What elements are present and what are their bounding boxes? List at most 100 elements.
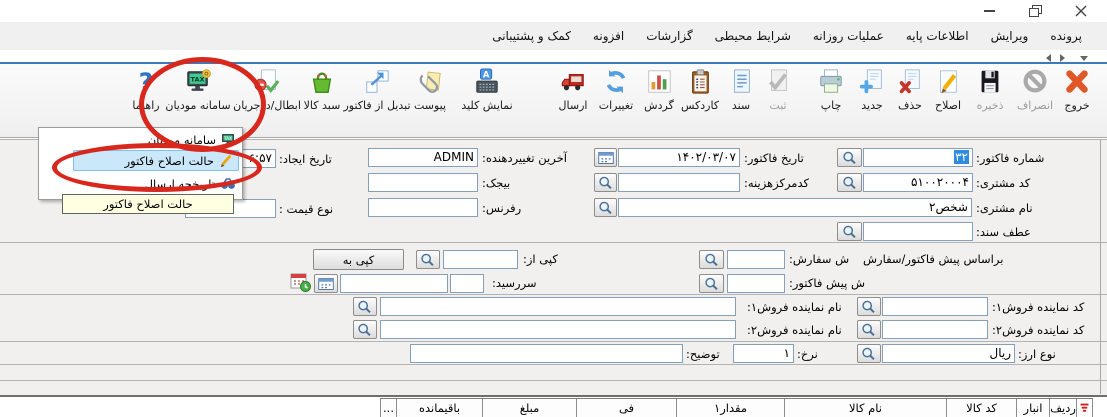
proforma-no-search-button[interactable]: [699, 274, 724, 293]
copy-from-field[interactable]: [443, 250, 518, 269]
invoice-no-search-button[interactable]: [837, 148, 862, 167]
reference-field[interactable]: [368, 198, 478, 217]
agent1-code-field[interactable]: [882, 297, 988, 316]
menu-item-reports[interactable]: گزارشات: [635, 26, 703, 46]
invoice-date-field[interactable]: ۱۴۰۲/۰۳/۰۷: [618, 148, 740, 167]
agent1-code-search-button[interactable]: [857, 297, 881, 316]
menu-item-send-history[interactable]: تاریخچه ارسال: [41, 174, 240, 193]
customer-code-search-button[interactable]: [837, 173, 862, 192]
due-date-calendar-button[interactable]: [314, 274, 338, 293]
chevron-down-icon[interactable]: [1080, 56, 1088, 61]
divider: [0, 242, 1107, 243]
bijak-field[interactable]: [368, 173, 478, 192]
scroll-left-icon[interactable]: [1046, 54, 1051, 62]
void-in-progress-button[interactable]: ابطال/درجریان: [227, 68, 307, 112]
row-indicator-cell[interactable]: [1077, 399, 1093, 417]
order-no-search-button[interactable]: [699, 250, 724, 269]
doc-ref-field[interactable]: [863, 222, 973, 241]
invoice-date-calendar-button[interactable]: [594, 148, 617, 167]
agent2-code-label: کد نماینده فروش۲:: [992, 323, 1084, 337]
menu-item-base-info[interactable]: اطلاعات پایه: [895, 26, 980, 46]
red-filter-icon: [1079, 402, 1090, 415]
due-date-reminder-icon[interactable]: [290, 271, 312, 297]
close-icon: [1075, 5, 1087, 17]
help-icon: ?: [131, 68, 161, 96]
rate-field[interactable]: ۱: [733, 344, 794, 363]
order-no-field[interactable]: [727, 250, 785, 269]
column-header-unit-price[interactable]: فی: [577, 399, 677, 417]
pencil-small-icon: [219, 153, 234, 168]
price-type-label: نوع قیمت :: [279, 202, 333, 216]
column-header-row[interactable]: ردیف: [1050, 399, 1077, 417]
menu-item-file[interactable]: پرونده: [1039, 26, 1093, 46]
items-table-header: ... باقیمانده مبلغ فی مقدار۱ نام کالا کد…: [380, 398, 1093, 417]
due-date-field[interactable]: [450, 274, 484, 293]
menu-item-tax-system[interactable]: TAX سامانه مودیان: [41, 130, 240, 149]
minimize-button[interactable]: [972, 0, 1006, 22]
customer-name-search-button[interactable]: [594, 198, 617, 217]
last-modifier-field[interactable]: ADMIN: [368, 148, 478, 167]
currency-field[interactable]: ریال: [882, 344, 1015, 363]
agent2-code-search-button[interactable]: [857, 320, 881, 339]
order-no-label: ش سفارش:: [789, 252, 849, 266]
invoice-date-label: تاریخ فاکتور:: [744, 151, 804, 165]
agent1-code-label: کد نماینده فروش۱:: [992, 300, 1084, 314]
menu-item-edit[interactable]: ویرایش: [980, 26, 1040, 46]
copy-to-button[interactable]: کپی به: [313, 249, 404, 270]
invoice-window: پرونده ویرایش اطلاعات پایه عملیات روزانه…: [0, 0, 1107, 417]
toolbar-overflow-controls[interactable]: [1042, 53, 1102, 62]
column-header-warehouse[interactable]: انبار: [1017, 399, 1050, 417]
tax-system-dropdown-menu: TAX سامانه مودیان حالت اصلاح فاکتور تاری…: [38, 127, 243, 200]
proforma-no-field[interactable]: [727, 274, 785, 293]
customer-name-label: نام مشتری:: [976, 201, 1033, 215]
menu-item-help-support[interactable]: کمک و پشتیبانی: [481, 26, 582, 46]
column-header-item-code[interactable]: کد کالا: [947, 399, 1017, 417]
copy-from-search-button[interactable]: [416, 250, 440, 269]
cost-center-search-button[interactable]: [594, 173, 617, 192]
agent1-name-search-button[interactable]: [353, 297, 377, 316]
copy-from-label: کپی از:: [523, 252, 558, 266]
column-header-more[interactable]: ...: [380, 399, 397, 417]
help-button[interactable]: ? راهنما: [106, 68, 186, 112]
menu-item-environment[interactable]: شرایط محیطی: [704, 26, 802, 46]
last-modifier-label: آخرین تغییردهنده:: [482, 151, 567, 165]
due-date-field-2[interactable]: [340, 274, 448, 293]
agent1-name-label: نام نماینده فروش۱:: [747, 300, 842, 314]
close-button[interactable]: [1064, 0, 1098, 22]
agent2-name-search-button[interactable]: [353, 320, 377, 339]
send-button[interactable]: ارسال: [533, 68, 613, 112]
column-header-remaining[interactable]: باقیمانده: [397, 399, 483, 417]
svg-text:A: A: [483, 69, 490, 79]
maximize-button[interactable]: [1018, 0, 1052, 22]
rate-label: نرخ:: [797, 347, 818, 361]
customer-code-field[interactable]: ۵۱۰۰۲۰۰۰۴: [863, 173, 973, 192]
divider: [0, 364, 1107, 365]
agent1-name-field[interactable]: [380, 297, 736, 316]
svg-text:?: ?: [139, 68, 154, 96]
column-header-item-name[interactable]: نام کالا: [785, 399, 947, 417]
scroll-right-icon[interactable]: [1060, 54, 1065, 62]
agent2-name-field[interactable]: [380, 320, 736, 339]
print-icon: [816, 68, 846, 96]
divider: [0, 395, 1107, 397]
column-header-quantity1[interactable]: مقدار۱: [677, 399, 785, 417]
bijak-label: بیجک:: [482, 176, 510, 190]
divider: [0, 341, 1107, 342]
cost-center-field[interactable]: [618, 173, 740, 192]
menu-item-daily-ops[interactable]: عملیات روزانه: [802, 26, 895, 46]
menu-item-invoice-edit-mode[interactable]: حالت اصلاح فاکتور: [73, 150, 239, 171]
proforma-no-label: ش پیش فاکتور:: [789, 276, 865, 290]
description-field[interactable]: [410, 344, 683, 363]
tax-system-icon: TAX: [183, 68, 213, 96]
divider: [0, 380, 1107, 381]
customer-name-field[interactable]: شخص۲: [618, 198, 972, 217]
agent2-code-field[interactable]: [882, 320, 988, 339]
menu-item-addons[interactable]: افزونه: [582, 26, 635, 46]
invoice-no-label: شماره فاکتور:: [976, 151, 1044, 165]
currency-search-button[interactable]: [857, 344, 881, 363]
convert-icon: [362, 68, 392, 96]
doc-ref-search-button[interactable]: [837, 222, 862, 241]
basket-icon: [307, 68, 337, 96]
invoice-no-field[interactable]: ۳۲: [863, 148, 973, 167]
column-header-amount[interactable]: مبلغ: [483, 399, 577, 417]
